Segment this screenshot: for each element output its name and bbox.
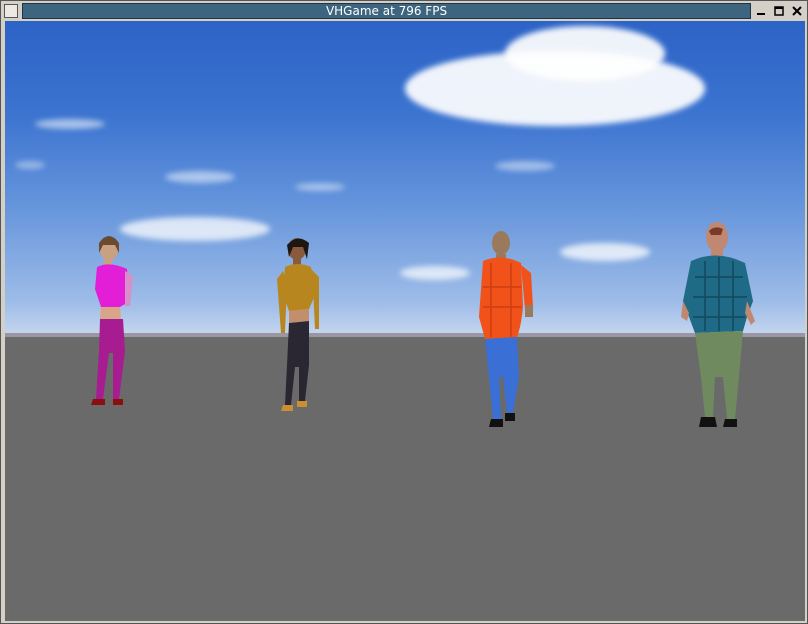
window-title: VHGame at 796 FPS [22,3,751,19]
cloud [295,183,345,191]
app-window: VHGame at 796 FPS [0,0,808,624]
cloud [35,119,105,129]
title-bar[interactable]: VHGame at 796 FPS [1,1,807,21]
character-man-orange-plaid[interactable] [461,227,541,427]
character-man-blue-plaid[interactable] [675,217,765,427]
character-woman-gold-top[interactable] [263,233,333,423]
close-icon[interactable] [791,5,803,17]
cloud [165,171,235,183]
maximize-icon[interactable] [773,5,785,17]
cloud [15,161,45,169]
cloud [505,26,665,81]
character-woman-pink-top[interactable] [75,231,155,421]
minimize-icon[interactable] [755,5,767,17]
cloud [400,266,470,280]
game-viewport[interactable] [5,21,805,621]
cloud [495,161,555,171]
cloud [560,243,650,261]
window-menu-icon[interactable] [4,4,18,18]
window-controls [755,3,803,19]
